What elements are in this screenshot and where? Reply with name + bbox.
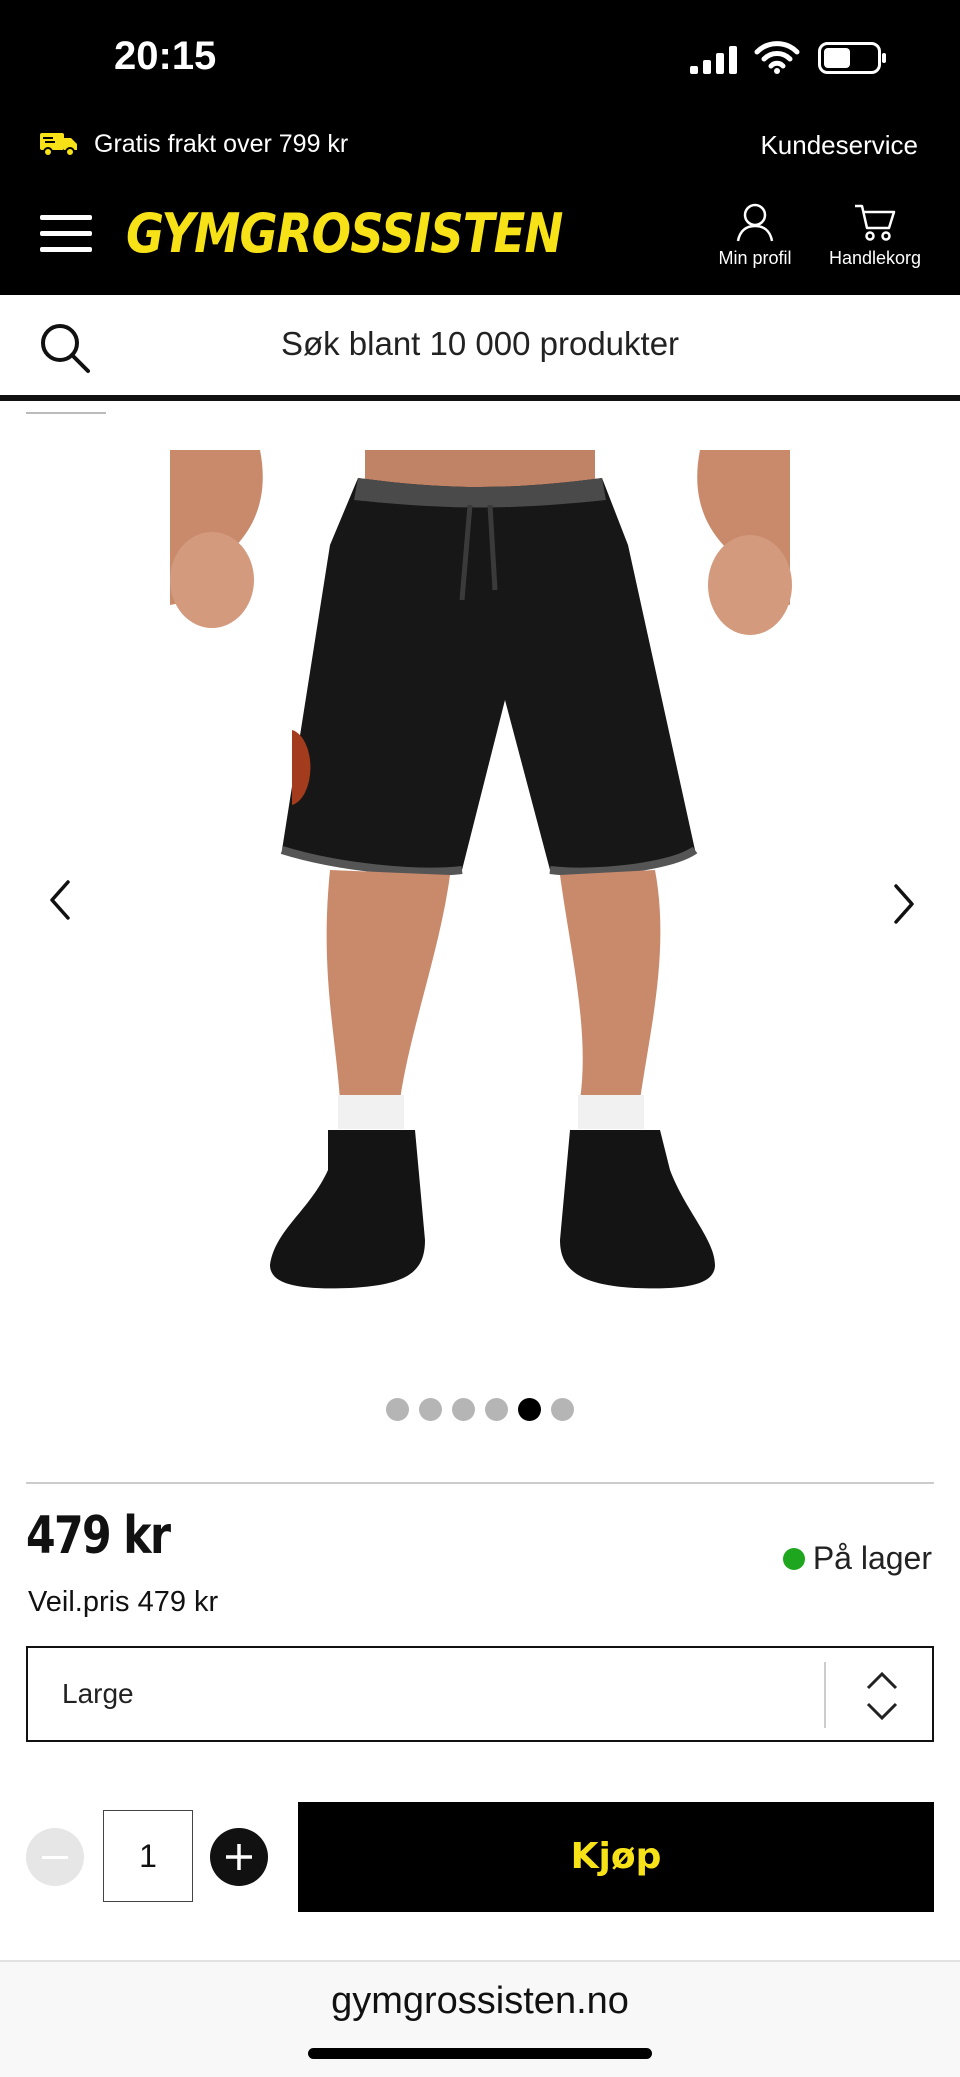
gallery-dot[interactable]: [386, 1398, 409, 1421]
browser-url-bar[interactable]: gymgrossisten.no: [0, 1962, 960, 2077]
status-time: 20:15: [114, 34, 217, 78]
next-image-arrow-icon[interactable]: [884, 874, 924, 934]
stock-status-text: På lager: [812, 1540, 932, 1576]
recommended-price: Veil.pris 479 kr: [28, 1586, 219, 1618]
gallery-dot[interactable]: [419, 1398, 442, 1421]
user-icon: [736, 203, 774, 242]
size-select[interactable]: Large: [26, 1646, 934, 1742]
in-stock-indicator-icon: [782, 1547, 805, 1570]
shopping-cart-icon: [855, 204, 896, 241]
select-separator: [824, 1662, 826, 1728]
delivery-truck-icon: [40, 133, 77, 157]
up-down-chevron-icon: [866, 1671, 898, 1721]
gallery-pagination: [0, 1398, 960, 1421]
cellular-signal-icon: [690, 46, 737, 74]
stock-status: På lager: [782, 1540, 932, 1577]
battery-icon: [818, 42, 886, 74]
breadcrumb-underline: [26, 412, 106, 414]
product-image[interactable]: [150, 450, 810, 1330]
search-input[interactable]: Søk blant 10 000 produkter: [0, 325, 960, 363]
free-shipping-banner: Gratis frakt over 799 kr: [40, 126, 348, 162]
site-header: 20:15 Gratis frakt over 799 kr Kundeserv…: [0, 0, 960, 295]
hamburger-menu-icon[interactable]: [40, 215, 92, 253]
plus-icon: [226, 1844, 252, 1870]
site-logo[interactable]: GYMGROSSISTEN: [126, 202, 563, 265]
gallery-dot[interactable]: [452, 1398, 475, 1421]
home-indicator[interactable]: [308, 2048, 652, 2059]
profile-label: Min profil: [718, 248, 792, 268]
search-bar[interactable]: Søk blant 10 000 produkter: [0, 295, 960, 401]
quantity-decrease-button[interactable]: [26, 1828, 84, 1886]
gallery-dot[interactable]: [518, 1398, 541, 1421]
previous-image-arrow-icon[interactable]: [40, 870, 80, 930]
url-text[interactable]: gymgrossisten.no: [0, 1980, 960, 2023]
quantity-increase-button[interactable]: [210, 1828, 268, 1886]
cart-label: Handlekorg: [828, 248, 922, 268]
section-divider: [26, 1482, 934, 1484]
gallery-dot[interactable]: [551, 1398, 574, 1421]
gallery-dot[interactable]: [485, 1398, 508, 1421]
size-select-value: Large: [62, 1678, 134, 1709]
quantity-input[interactable]: 1: [103, 1810, 193, 1902]
cart-button[interactable]: Handlekorg: [820, 202, 930, 269]
product-price: 479 kr: [26, 1506, 171, 1566]
customer-service-link[interactable]: Kundeservice: [760, 130, 918, 161]
free-shipping-text: Gratis frakt over 799 kr: [94, 129, 349, 158]
wifi-icon: [754, 41, 800, 74]
buy-button[interactable]: Kjøp: [298, 1802, 934, 1912]
profile-button[interactable]: Min profil: [702, 202, 808, 269]
